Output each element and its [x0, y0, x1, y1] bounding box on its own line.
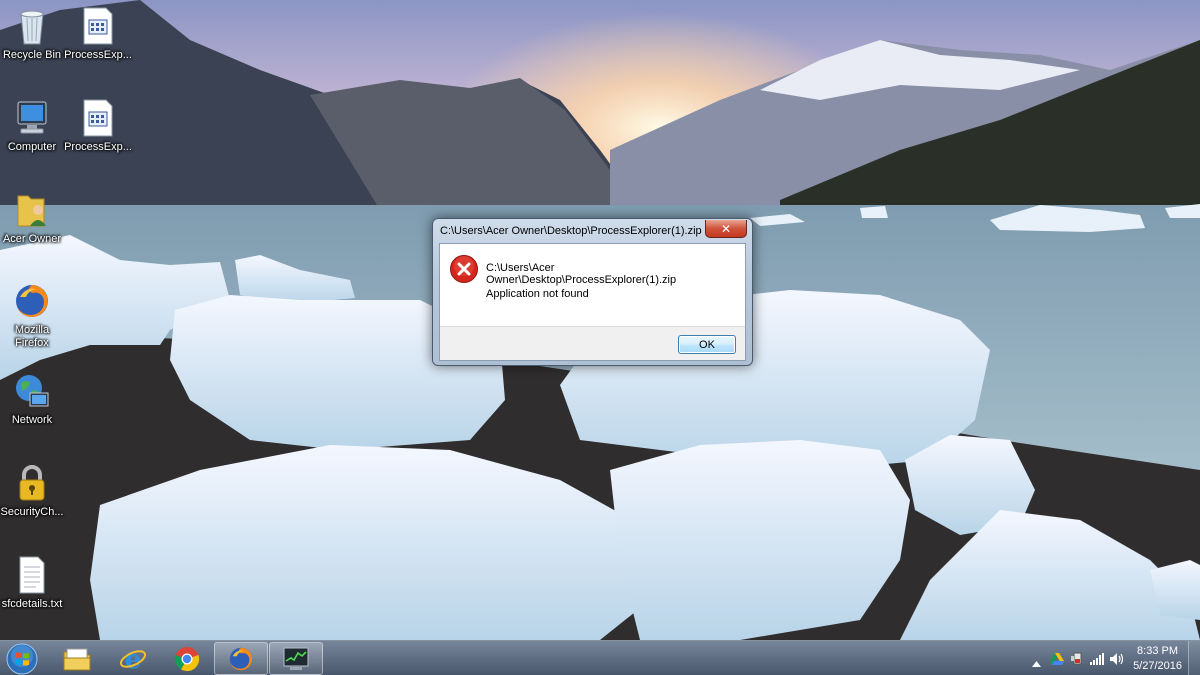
- clock[interactable]: 8:33 PM 5/27/2016: [1133, 644, 1182, 674]
- desktop-icon-label: ProcessExp...: [64, 141, 132, 153]
- internet-explorer-icon: e: [119, 645, 147, 673]
- message-text: Application not found: [486, 288, 589, 300]
- file-explorer-icon: [63, 648, 91, 670]
- desktop-icon-acer-owner[interactable]: Acer Owner: [0, 190, 70, 246]
- google-drive-icon[interactable]: [1050, 652, 1064, 670]
- desktop-icon-network[interactable]: Network: [0, 371, 70, 427]
- chrome-icon: [174, 646, 200, 671]
- desktop-icon-label: Acer Owner: [2, 233, 62, 245]
- taskbar-chrome[interactable]: [160, 642, 214, 675]
- error-icon: [449, 254, 479, 284]
- clock-date: 5/27/2016: [1133, 660, 1182, 672]
- message-area: C:\Users\Acer Owner\Desktop\ProcessExplo…: [440, 244, 745, 326]
- firefox-icon: [12, 281, 52, 321]
- desktop-icon-mozilla-firefox[interactable]: Mozilla Firefox: [0, 281, 70, 350]
- desktop-icon-label: ProcessExp...: [64, 49, 132, 61]
- show-hidden-icons-icon[interactable]: [1032, 654, 1041, 672]
- desktop-icon-label: Recycle Bin: [2, 49, 62, 61]
- desktop-icon-label: sfcdetails.txt: [1, 598, 63, 610]
- desktop-icon-label: SecurityCh...: [0, 506, 64, 518]
- computer-icon: [12, 98, 52, 138]
- svg-text:e: e: [125, 645, 142, 673]
- recycle-bin-icon: [12, 6, 52, 46]
- taskbar-internet-explorer[interactable]: e: [106, 642, 160, 675]
- dialog-title: C:\Users\Acer Owner\Desktop\ProcessExplo…: [440, 225, 702, 237]
- system-tray: 8:33 PM 5/27/2016: [1010, 641, 1200, 675]
- taskbar-firefox[interactable]: [214, 642, 268, 675]
- network-icon: [12, 371, 52, 411]
- start-button[interactable]: [4, 642, 40, 675]
- desktop-icon-securitycheck[interactable]: SecurityCh...: [0, 463, 70, 519]
- error-dialog: C:\Users\Acer Owner\Desktop\ProcessExplo…: [432, 218, 753, 366]
- message-path: C:\Users\Acer Owner\Desktop\ProcessExplo…: [486, 262, 677, 286]
- desktop-icon-sfcdetails[interactable]: sfcdetails.txt: [0, 555, 70, 611]
- task-manager-icon: [283, 647, 309, 670]
- volume-icon[interactable]: [1110, 652, 1124, 670]
- taskbar-file-explorer[interactable]: [50, 642, 104, 675]
- ok-button[interactable]: OK: [678, 335, 736, 354]
- document-icon: [78, 98, 118, 138]
- desktop-icon-processexp-2[interactable]: ProcessExp...: [60, 98, 136, 154]
- desktop-icon-processexp-1[interactable]: ProcessExp...: [60, 6, 136, 62]
- firefox-icon: [229, 647, 253, 670]
- taskbar: e 8:33 PM 5/27/2016: [0, 640, 1200, 675]
- clock-time: 8:33 PM: [1137, 645, 1179, 657]
- desktop-icon-label: Mozilla Firefox: [14, 324, 50, 349]
- network-signal-icon[interactable]: [1090, 652, 1104, 670]
- desktop-icon-label: Computer: [7, 141, 57, 153]
- button-bar: OK: [440, 326, 745, 360]
- close-button[interactable]: ✕: [705, 220, 747, 238]
- close-icon: ✕: [720, 221, 732, 236]
- document-icon: [78, 6, 118, 46]
- dialog-client-area: C:\Users\Acer Owner\Desktop\ProcessExplo…: [439, 243, 746, 361]
- windows-start-icon: [6, 643, 38, 675]
- text-file-icon: [12, 555, 52, 595]
- desktop-icon-label: Network: [11, 414, 53, 426]
- show-desktop-button[interactable]: [1188, 641, 1200, 675]
- user-folder-icon: [12, 190, 52, 230]
- power-icon[interactable]: [1070, 652, 1084, 670]
- security-lock-icon: [12, 463, 52, 503]
- taskbar-task-manager[interactable]: [269, 642, 323, 675]
